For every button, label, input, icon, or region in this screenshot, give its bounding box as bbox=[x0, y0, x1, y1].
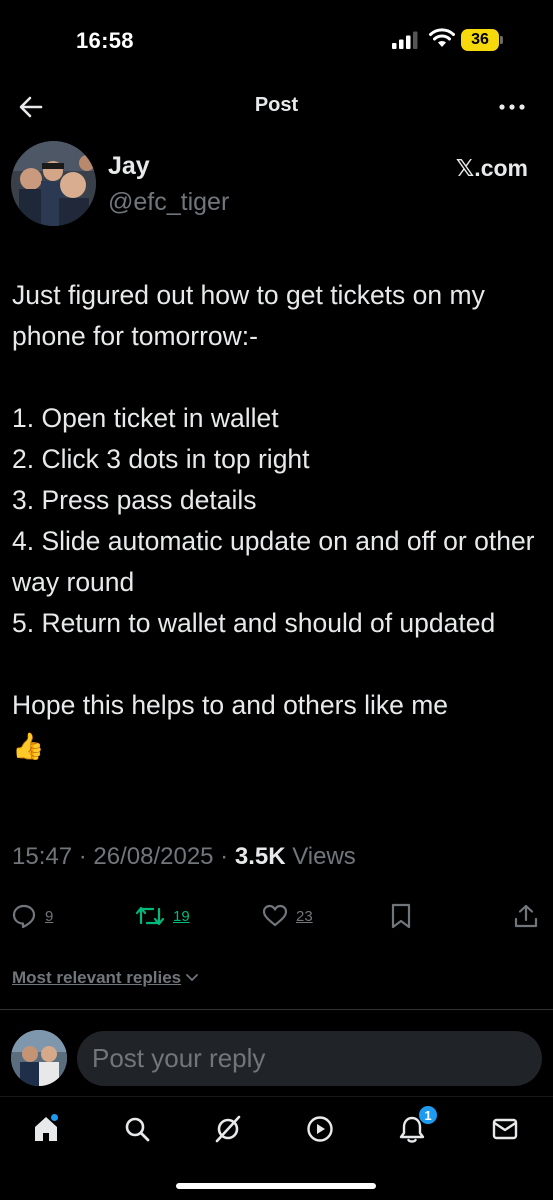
author-name[interactable]: Jay bbox=[108, 152, 150, 181]
home-unread-dot bbox=[51, 1114, 58, 1121]
repost-icon bbox=[135, 906, 165, 926]
post-actions: 9 19 23 bbox=[0, 898, 553, 934]
author-handle[interactable]: @efc_tiger bbox=[108, 188, 229, 217]
like-button[interactable]: 23 bbox=[262, 898, 313, 934]
repost-count: 19 bbox=[173, 907, 190, 925]
nav-search[interactable] bbox=[119, 1111, 155, 1147]
source-label: 𝕏.com bbox=[455, 155, 528, 181]
thumbs-up-emoji: 👍 bbox=[12, 731, 45, 761]
nav-grok[interactable] bbox=[210, 1111, 246, 1147]
post-text: Just figured out how to get tickets on m… bbox=[12, 275, 542, 767]
battery-icon: 36 bbox=[461, 29, 503, 51]
views-count[interactable]: 3.5K bbox=[235, 843, 286, 870]
post-time: 15:47 bbox=[12, 843, 73, 870]
nav-home[interactable] bbox=[28, 1111, 64, 1147]
nav-messages[interactable] bbox=[487, 1111, 523, 1147]
user-avatar[interactable] bbox=[11, 1030, 67, 1086]
notifications-badge: 1 bbox=[418, 1105, 438, 1125]
home-indicator bbox=[176, 1183, 376, 1189]
replies-sort-dropdown[interactable]: Most relevant replies bbox=[12, 968, 199, 988]
status-bar: 16:58 36 bbox=[0, 0, 553, 80]
nav-notifications[interactable]: 1 bbox=[394, 1105, 438, 1147]
reply-icon bbox=[12, 904, 36, 929]
header: Post bbox=[0, 80, 553, 134]
bookmark-button[interactable] bbox=[390, 898, 412, 934]
author-avatar[interactable] bbox=[11, 141, 96, 226]
views-label: Views bbox=[292, 843, 356, 870]
post-intro: Just figured out how to get tickets on m… bbox=[12, 280, 485, 351]
post-meta: 15:47 · 26/08/2025 · 3.5K Views bbox=[12, 843, 356, 870]
share-icon bbox=[514, 904, 538, 928]
post-step: 3. Press pass details bbox=[12, 485, 257, 515]
battery-level: 36 bbox=[471, 31, 489, 48]
status-time: 16:58 bbox=[76, 28, 134, 53]
post-step: 1. Open ticket in wallet bbox=[12, 403, 279, 433]
reply-button[interactable]: 9 bbox=[11, 898, 53, 934]
post-step: 2. Click 3 dots in top right bbox=[12, 444, 310, 474]
nav-video[interactable] bbox=[302, 1111, 338, 1147]
play-icon bbox=[307, 1116, 333, 1142]
mail-icon bbox=[492, 1118, 518, 1140]
repost-button[interactable]: 19 bbox=[135, 898, 190, 934]
post-step: 5. Return to wallet and should of update… bbox=[12, 608, 496, 638]
post-outro: Hope this helps to and others like me bbox=[12, 690, 449, 720]
bookmark-icon bbox=[391, 903, 411, 929]
reply-input[interactable] bbox=[77, 1031, 542, 1086]
cellular-signal-icon bbox=[392, 31, 418, 49]
divider bbox=[0, 1009, 553, 1010]
heart-icon bbox=[262, 904, 288, 927]
grok-icon bbox=[215, 1115, 241, 1143]
post-date: 26/08/2025 bbox=[93, 843, 214, 870]
like-count: 23 bbox=[296, 907, 313, 925]
replies-sort-label: Most relevant replies bbox=[12, 968, 182, 987]
share-button[interactable] bbox=[513, 898, 539, 934]
wifi-icon bbox=[429, 28, 455, 47]
page-title: Post bbox=[254, 94, 299, 116]
chevron-down-icon bbox=[186, 974, 199, 981]
search-icon bbox=[125, 1117, 150, 1142]
reply-count: 9 bbox=[45, 907, 54, 925]
post-step: 4. Slide automatic update on and off or … bbox=[12, 526, 535, 597]
more-options-icon[interactable] bbox=[497, 92, 527, 122]
